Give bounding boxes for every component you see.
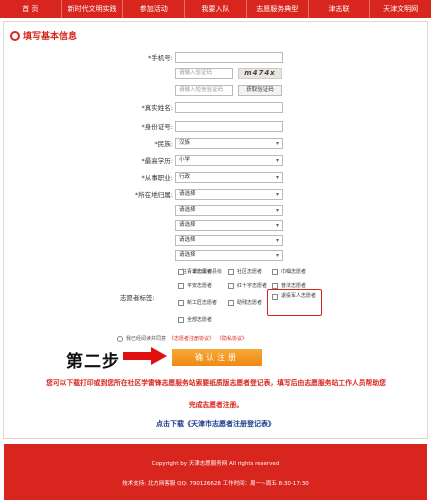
agreement-row: 我已经阅读并同意 《志愿者注册协议》 《隐私协议》 <box>117 335 247 342</box>
real-name-input[interactable] <box>175 102 283 113</box>
education-select[interactable]: 小学 <box>175 155 283 166</box>
tag-safety[interactable]: 平安志愿者 <box>178 282 212 289</box>
ethnicity-select[interactable]: 汉族 <box>175 138 283 149</box>
id-label: *身份证号: <box>141 123 173 131</box>
nav-civilization-practice[interactable]: 新时代文明实践 <box>62 0 124 18</box>
tag-veteran[interactable]: 退役军人志愿者 <box>272 293 320 300</box>
nav-join-activity[interactable]: 参加活动 <box>123 0 186 18</box>
ethnicity-label: *民族: <box>154 140 173 148</box>
region-label: *所在地归属: <box>135 191 173 199</box>
copyright-text: Copyright by 天津志愿服务网 All rights reserved <box>151 461 280 467</box>
privacy-agreement-link[interactable]: 《隐私协议》 <box>217 335 247 342</box>
region-select-4[interactable]: 请选择 <box>175 235 283 246</box>
phone-input[interactable] <box>175 52 283 63</box>
captcha-input[interactable]: 请输入验证码 <box>175 68 233 79</box>
checkbox-icon[interactable] <box>178 316 184 323</box>
region-select-3[interactable]: 请选择 <box>175 220 283 231</box>
region-select-2[interactable]: 请选择 <box>175 205 283 216</box>
education-label: *最高学历: <box>141 157 173 165</box>
checkbox-icon[interactable] <box>272 293 278 300</box>
captcha-image[interactable]: m474x <box>238 68 282 79</box>
tag-label: 巾帼志愿者 <box>281 269 307 275</box>
registration-agreement-link[interactable]: 《志愿者注册协议》 <box>169 335 214 342</box>
occupation-row: *从事职业: 行政 <box>0 172 431 184</box>
sms-code-input[interactable]: 请输入短信验证码 <box>175 85 233 96</box>
region-select-row-5: 请选择 <box>0 250 431 262</box>
id-number-input[interactable] <box>175 121 283 132</box>
region-select-row-3: 请选择 <box>0 220 431 232</box>
tag-label: 助残志愿者 <box>237 300 263 306</box>
ethnicity-row: *民族: 汉族 <box>0 138 431 150</box>
volunteer-tags-label: 志愿者标签: <box>120 294 155 302</box>
phone-row: *手机号: <box>0 52 431 64</box>
region-select-row-4: 请选择 <box>0 235 431 247</box>
download-form-link[interactable]: 点击下载《天津市志愿者注册登记表》 <box>0 419 431 429</box>
confirm-register-button[interactable]: 确认注册 <box>172 349 262 366</box>
tag-legal[interactable]: 普法志愿者 <box>272 282 306 289</box>
arrow-right-icon <box>123 347 167 365</box>
tag-label: 青年志愿者 <box>187 269 213 275</box>
region-row: *所在地归属: 请选择 <box>0 189 431 201</box>
checkbox-icon[interactable] <box>228 268 234 275</box>
tag-disability-aid[interactable]: 助残志愿者 <box>228 299 262 306</box>
info-text-line2: 完成志愿者注册。 <box>188 401 244 409</box>
tag-community[interactable]: 社区志愿者 <box>228 268 262 275</box>
nav-join-team[interactable]: 我要入队 <box>185 0 247 18</box>
tag-label: 社区志愿者 <box>237 269 263 275</box>
nav-tianjin-civilization[interactable]: 天津文明网 <box>370 0 431 18</box>
tag-youth[interactable]: 青年志愿者 <box>178 268 212 275</box>
heading-text: 填写基本信息 <box>23 32 78 42</box>
checkbox-icon[interactable] <box>272 268 278 275</box>
info-text-line1: 您可以下载打印或到您所在社区学雷锋志愿服务站索要纸质版志愿者登记表，填写后由志愿… <box>46 379 386 387</box>
name-label: *真实姓名: <box>141 104 173 112</box>
agree-radio-icon[interactable] <box>117 335 123 342</box>
checkbox-icon[interactable] <box>178 299 184 306</box>
support-text: 技术支持: 北方网客服 QQ: 790126628 工作时间：周一~周五 8:3… <box>122 481 309 487</box>
step-two-label: 第二步 <box>66 352 120 372</box>
tag-label: 红十字志愿者 <box>237 283 268 289</box>
tag-finance[interactable]: 全部志愿者 <box>178 316 212 323</box>
region-select-row-2: 请选择 <box>0 205 431 217</box>
tag-label: 全部志愿者 <box>187 317 213 323</box>
name-row: *真实姓名: <box>0 102 431 114</box>
tag-women[interactable]: 巾帼志愿者 <box>272 268 306 275</box>
agree-text: 我已经阅读并同意 <box>126 336 167 342</box>
tag-label: 新工匠志愿者 <box>187 300 218 306</box>
tag-red-cross[interactable]: 红十字志愿者 <box>228 282 267 289</box>
tag-label: 平安志愿者 <box>187 283 213 289</box>
footer: Copyright by 天津志愿服务网 All rights reserved… <box>4 444 427 500</box>
nav-home[interactable]: 首 页 <box>0 0 62 18</box>
checkbox-icon[interactable] <box>178 282 184 289</box>
education-row: *最高学历: 小学 <box>0 155 431 167</box>
swirl-icon <box>10 30 20 41</box>
checkbox-icon[interactable] <box>272 282 278 289</box>
sms-row: 请输入短信验证码 获取验证码 <box>0 85 431 97</box>
occupation-label: *从事职业: <box>141 174 173 182</box>
section-heading: 填写基本信息 <box>10 29 77 42</box>
checkbox-icon[interactable] <box>228 282 234 289</box>
id-row: *身份证号: <box>0 121 431 133</box>
tag-label: 普法志愿者 <box>281 283 307 289</box>
tag-craftsman[interactable]: 新工匠志愿者 <box>178 299 217 306</box>
tag-label: 退役军人志愿者 <box>281 293 317 299</box>
checkbox-icon[interactable] <box>228 299 234 306</box>
occupation-select[interactable]: 行政 <box>175 172 283 183</box>
region-select-5[interactable]: 请选择 <box>175 250 283 261</box>
captcha-row: 请输入验证码 m474x <box>0 68 431 80</box>
get-sms-code-button[interactable]: 获取验证码 <box>238 85 282 96</box>
nav-jin-zhi-lian[interactable]: 津志联 <box>309 0 371 18</box>
checkbox-icon[interactable] <box>178 268 184 275</box>
nav-volunteer-examples[interactable]: 志愿服务典型 <box>247 0 309 18</box>
phone-label: *手机号: <box>148 54 173 62</box>
top-nav: 首 页 新时代文明实践 参加活动 我要入队 志愿服务典型 津志联 天津文明网 <box>0 0 431 18</box>
region-select-1[interactable]: 请选择 <box>175 189 283 200</box>
